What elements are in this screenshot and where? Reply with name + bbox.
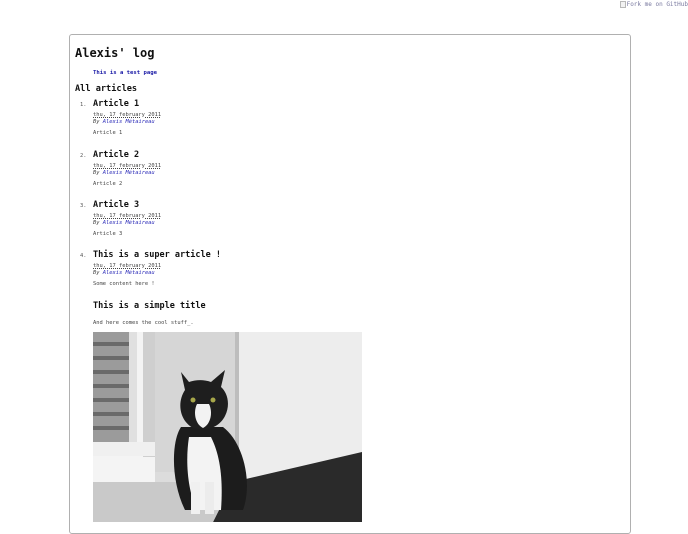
cat-photo <box>93 332 362 522</box>
article-item: 1. Article 1 thu, 17 february 2011 By Al… <box>80 99 613 137</box>
article-item: 2. Article 2 thu, 17 february 2011 By Al… <box>80 150 613 188</box>
article-item: 4. This is a super article ! thu, 17 feb… <box>80 250 613 288</box>
site-title[interactable]: Alexis' log <box>75 46 154 60</box>
by-label: By <box>93 118 100 125</box>
article-title[interactable]: This is a super article ! <box>93 250 613 260</box>
by-label: By <box>93 169 100 176</box>
article-summary: Article 1 <box>93 130 123 137</box>
content-text: And here comes the cool stuff_. <box>93 320 194 326</box>
author-link[interactable]: Alexis Métaireau <box>103 119 155 125</box>
article-summary: Article 2 <box>93 181 123 188</box>
fork-me-banner[interactable]: Fork me on GitHub <box>619 0 688 9</box>
article-date: thu, 17 february 2011 <box>93 213 162 219</box>
article-title[interactable]: Article 1 <box>93 99 613 109</box>
author-link[interactable]: Alexis Métaireau <box>103 170 155 176</box>
author-link[interactable]: Alexis Métaireau <box>103 220 155 226</box>
test-page-link[interactable]: This is a test page <box>93 70 157 76</box>
article-number: 1. <box>80 102 87 108</box>
article-item: 3. Article 3 thu, 17 february 2011 By Al… <box>80 200 613 238</box>
section-title: All articles <box>75 84 138 94</box>
summary-link[interactable]: 1 <box>119 130 122 136</box>
article-date: thu, 17 february 2011 <box>93 163 162 169</box>
author-link[interactable]: Alexis Métaireau <box>103 270 155 276</box>
main-container: Alexis' log This is a test page All arti… <box>69 34 631 534</box>
article-date: thu, 17 february 2011 <box>93 112 162 118</box>
broken-image-icon <box>619 1 626 8</box>
article-summary: Article 3 <box>93 231 123 238</box>
article-title[interactable]: Article 2 <box>93 150 613 160</box>
article-summary: Some content here ! <box>93 281 155 288</box>
by-label: By <box>93 219 100 226</box>
content-subtitle: This is a simple title <box>93 301 206 311</box>
fork-banner-text: Fork me on GitHub <box>626 1 688 8</box>
article-number: 4. <box>80 253 87 259</box>
article-title[interactable]: Article 3 <box>93 200 613 210</box>
article-number: 2. <box>80 153 87 159</box>
article-number: 3. <box>80 203 87 209</box>
by-label: By <box>93 269 100 276</box>
article-date: thu, 17 february 2011 <box>93 263 162 269</box>
